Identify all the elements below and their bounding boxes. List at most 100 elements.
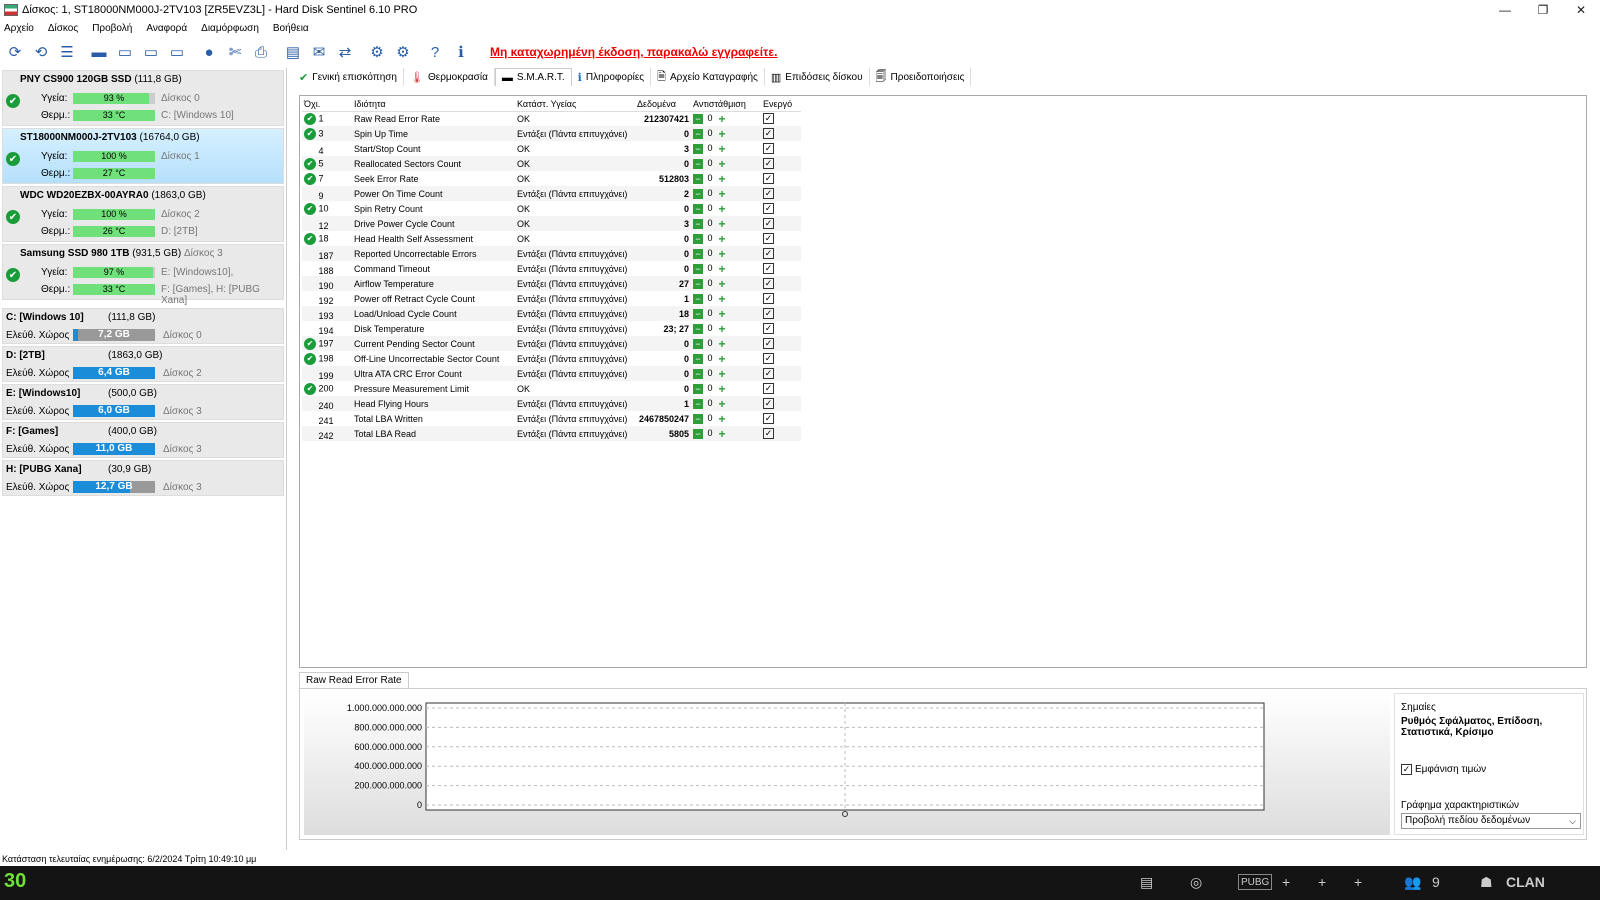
table-row[interactable]: 187 Reported Uncorrectable Errors Εντάξει … bbox=[302, 246, 801, 261]
enabled-checkbox[interactable]: ✓ bbox=[763, 248, 774, 259]
minus-icon[interactable]: − bbox=[693, 353, 703, 364]
tab-performance[interactable]: ▥ Επιδόσεις δίσκου bbox=[765, 68, 870, 86]
tab-smart[interactable]: ▬ S.M.A.R.T. bbox=[494, 68, 572, 86]
col-id[interactable]: Όχι. bbox=[302, 98, 352, 112]
minus-icon[interactable]: − bbox=[693, 338, 703, 349]
volume-item-2[interactable]: E: [Windows10] (500,0 GB) Ελεύθ. Χώρος 6… bbox=[2, 384, 284, 420]
volume-item-1[interactable]: D: [2TB] (1863,0 GB) Ελεύθ. Χώρος 6,4 GB… bbox=[2, 346, 284, 382]
disk-item-3[interactable]: Samsung SSD 980 1TB (931,5 GB) Δίσκος 3 … bbox=[2, 244, 284, 306]
minus-icon[interactable]: − bbox=[693, 323, 703, 334]
close-button[interactable]: ✕ bbox=[1562, 0, 1600, 20]
plus-icon[interactable]: + bbox=[717, 263, 727, 275]
settings-icon[interactable]: ⚙ bbox=[366, 41, 388, 63]
enabled-checkbox[interactable]: ✓ bbox=[763, 293, 774, 304]
plus-icon[interactable]: + bbox=[717, 413, 727, 425]
minus-icon[interactable]: − bbox=[693, 278, 703, 289]
enabled-checkbox[interactable]: ✓ bbox=[763, 143, 774, 154]
table-row[interactable]: ✔ 18 Head Health Self Assessment OK 0−0 + ✓ bbox=[302, 231, 801, 246]
minus-icon[interactable]: − bbox=[693, 188, 703, 199]
table-row[interactable]: ✔ 10 Spin Retry Count OK 0−0 + ✓ bbox=[302, 201, 801, 216]
menu-view[interactable]: Προβολή bbox=[92, 23, 132, 34]
tools-icon[interactable]: ✄ bbox=[224, 41, 246, 63]
network-icon[interactable]: ● bbox=[198, 41, 220, 63]
chart-type-select[interactable]: Προβολή πεδίου δεδομένων ⌵ bbox=[1401, 813, 1581, 829]
menu-help[interactable]: Βοήθεια bbox=[273, 23, 309, 34]
enabled-checkbox[interactable]: ✓ bbox=[763, 338, 774, 349]
table-row[interactable]: ✔ 197 Current Pending Sector Count Εντάξει… bbox=[302, 336, 801, 351]
menu-disk[interactable]: Δίσκος bbox=[48, 23, 78, 34]
col-offset[interactable]: Αντιστάθμιση bbox=[691, 98, 761, 112]
add-icon[interactable]: + bbox=[1354, 870, 1362, 894]
table-row[interactable]: 240 Head Flying Hours Εντάξει (Πάντα επιτυ… bbox=[302, 396, 801, 411]
table-row[interactable]: 199 Ultra ATA CRC Error Count Εντάξει (Πάν… bbox=[302, 366, 801, 381]
col-data[interactable]: Δεδομένα bbox=[635, 98, 691, 112]
enabled-checkbox[interactable]: ✓ bbox=[763, 308, 774, 319]
plus-icon[interactable]: + bbox=[717, 323, 727, 335]
disk-icon[interactable]: ▬ bbox=[88, 41, 110, 63]
report-icon[interactable]: ▤ bbox=[282, 41, 304, 63]
print-icon[interactable]: ⎙ bbox=[250, 41, 272, 63]
table-row[interactable]: 9 Power On Time Count Εντάξει (Πάντα επιτυ… bbox=[302, 186, 801, 201]
table-row[interactable]: 188 Command Timeout Εντάξει (Πάντα επιτυγχ… bbox=[302, 261, 801, 276]
maximize-button[interactable]: ❐ bbox=[1524, 0, 1562, 20]
plus-icon[interactable]: + bbox=[717, 233, 727, 245]
minus-icon[interactable]: − bbox=[693, 158, 703, 169]
table-row[interactable]: ✔ 3 Spin Up Time Εντάξει (Πάντα επιτυγχάνε… bbox=[302, 126, 801, 141]
table-row[interactable]: ✔ 200 Pressure Measurement Limit OK 0−0 + ✓ bbox=[302, 381, 801, 396]
plus-icon[interactable]: + bbox=[717, 173, 727, 185]
show-values-checkbox[interactable]: ✓ Εμφάνιση τιμών bbox=[1401, 764, 1486, 775]
game-badge[interactable]: PUBG bbox=[1238, 874, 1273, 890]
table-row[interactable]: 241 Total LBA Written Εντάξει (Πάντα επιτυ… bbox=[302, 411, 801, 426]
advanced-settings-icon[interactable]: ⚙ bbox=[392, 41, 414, 63]
plus-icon[interactable]: + bbox=[717, 143, 727, 155]
minus-icon[interactable]: − bbox=[693, 413, 703, 424]
minimize-button[interactable]: — bbox=[1486, 0, 1524, 20]
table-row[interactable]: ✔ 198 Off-Line Uncorrectable Sector Count… bbox=[302, 351, 801, 366]
enabled-checkbox[interactable]: ✓ bbox=[763, 128, 774, 139]
enabled-checkbox[interactable]: ✓ bbox=[763, 113, 774, 125]
minus-icon[interactable]: − bbox=[693, 233, 703, 244]
minus-icon[interactable]: − bbox=[693, 398, 703, 409]
enabled-checkbox[interactable]: ✓ bbox=[763, 188, 774, 199]
plus-icon[interactable]: + bbox=[717, 128, 727, 140]
volume-item-4[interactable]: H: [PUBG Xana] (30,9 GB) Ελεύθ. Χώρος 12… bbox=[2, 460, 284, 496]
plus-icon[interactable]: + bbox=[717, 188, 727, 200]
enabled-checkbox[interactable]: ✓ bbox=[763, 203, 774, 214]
plus-icon[interactable]: + bbox=[717, 383, 727, 395]
plus-icon[interactable]: + bbox=[717, 113, 727, 125]
table-row[interactable]: 190 Airflow Temperature Εντάξει (Πάντα επι… bbox=[302, 276, 801, 291]
table-row[interactable]: 193 Load/Unload Cycle Count Εντάξει (Πάντα… bbox=[302, 306, 801, 321]
plus-icon[interactable]: + bbox=[717, 353, 727, 365]
minus-icon[interactable]: − bbox=[693, 203, 703, 214]
table-row[interactable]: 4 Start/Stop Count OK 3−0 + ✓ bbox=[302, 141, 801, 156]
col-enabled[interactable]: Ενεργό bbox=[761, 98, 801, 112]
enabled-checkbox[interactable]: ✓ bbox=[763, 353, 774, 364]
menu-file[interactable]: Αρχείο bbox=[4, 23, 34, 34]
refresh-icon[interactable]: ⟳ bbox=[4, 41, 26, 63]
disk-check-icon[interactable]: ▭ bbox=[140, 41, 162, 63]
table-row[interactable]: ✔ 7 Seek Error Rate OK 512803−0 + ✓ bbox=[302, 171, 801, 186]
plus-icon[interactable]: + bbox=[717, 248, 727, 260]
chat-icon[interactable]: ▤ bbox=[1140, 870, 1153, 894]
enabled-checkbox[interactable]: ✓ bbox=[763, 158, 774, 169]
plus-icon[interactable]: + bbox=[717, 338, 727, 350]
plus-icon[interactable]: + bbox=[717, 308, 727, 320]
players-icon[interactable]: 👥 bbox=[1404, 870, 1421, 894]
minus-icon[interactable]: − bbox=[693, 128, 703, 139]
disk-item-0[interactable]: PNY CS900 120GB SSD (111,8 GB) ✔ Υγεία: … bbox=[2, 70, 284, 126]
enabled-checkbox[interactable]: ✓ bbox=[763, 428, 774, 439]
disk-item-2[interactable]: WDC WD20EZBX-00AYRA0 (1863,0 GB) ✔ Υγεία… bbox=[2, 186, 284, 242]
plus-icon[interactable]: + bbox=[717, 368, 727, 380]
info-icon[interactable]: ℹ bbox=[450, 41, 472, 63]
disk-list-icon[interactable]: ☰ bbox=[56, 41, 78, 63]
enabled-checkbox[interactable]: ✓ bbox=[763, 278, 774, 289]
tab-information[interactable]: ℹ Πληροφορίες bbox=[572, 68, 652, 86]
refresh-warning-icon[interactable]: ⟲ bbox=[30, 41, 52, 63]
help-icon[interactable]: ? bbox=[424, 41, 446, 63]
enabled-checkbox[interactable]: ✓ bbox=[763, 383, 774, 394]
plus-icon[interactable]: + bbox=[717, 293, 727, 305]
col-health[interactable]: Κατάστ. Υγείας bbox=[515, 98, 635, 112]
table-row[interactable]: 242 Total LBA Read Εντάξει (Πάντα επιτυγχά… bbox=[302, 426, 801, 441]
minus-icon[interactable]: − bbox=[693, 368, 703, 379]
unregistered-link[interactable]: Μη καταχωρημένη έκδοση, παρακαλώ εγγραφε… bbox=[490, 45, 777, 59]
